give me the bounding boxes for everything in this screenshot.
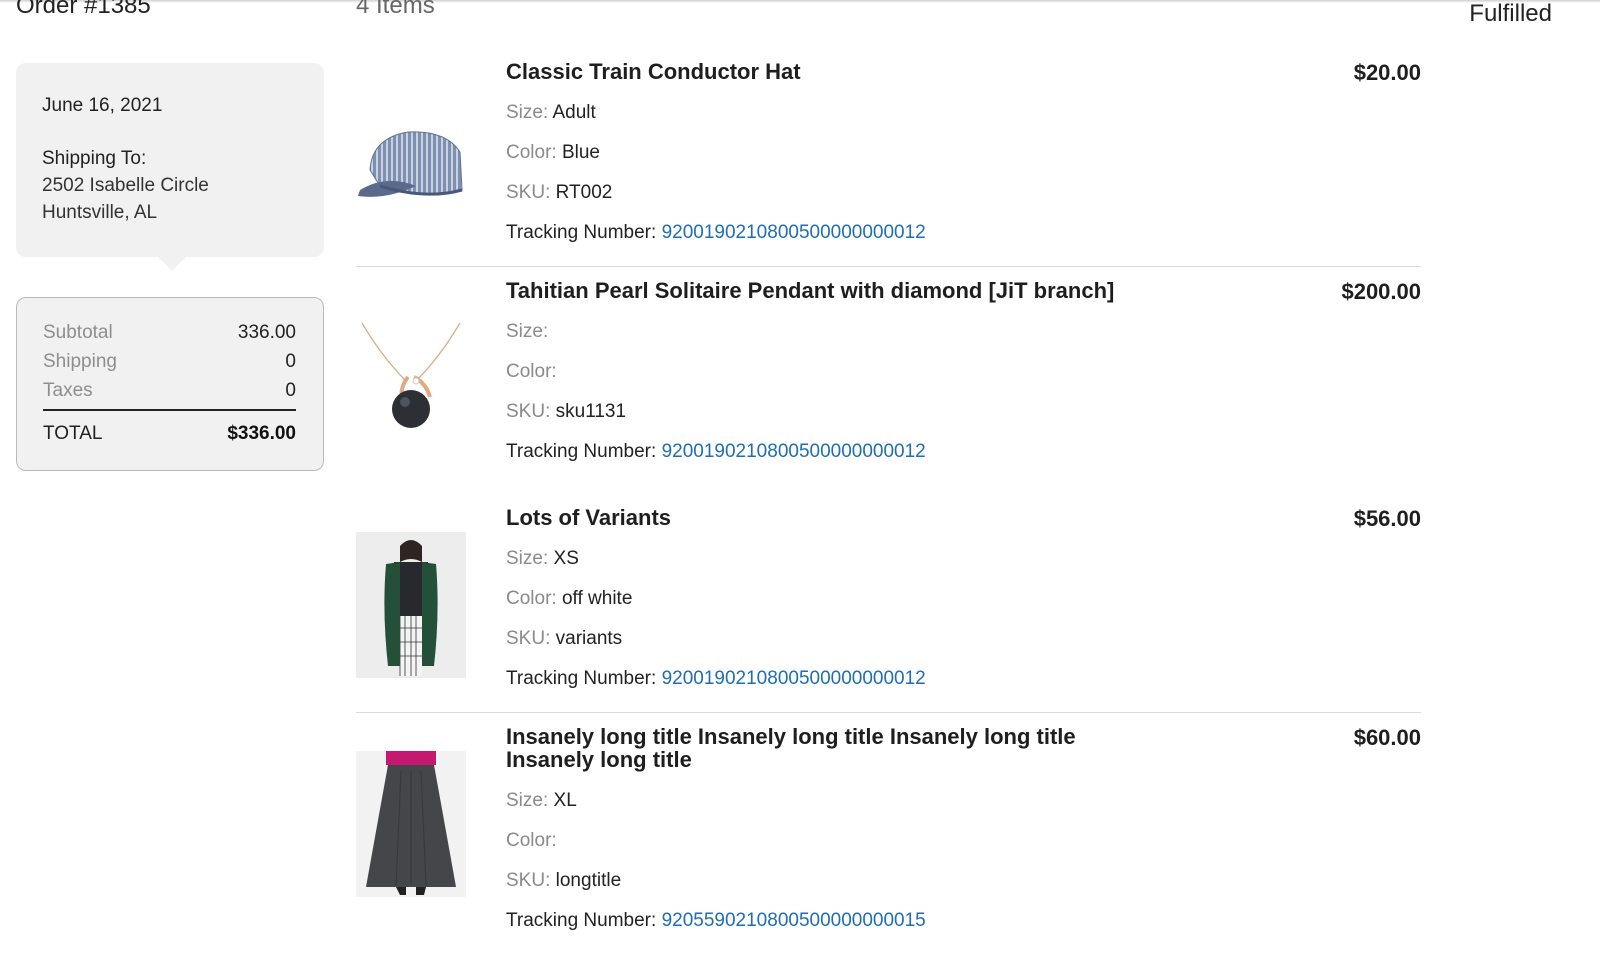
- item-divider: [356, 266, 1421, 267]
- taxes-value: 0: [285, 380, 296, 401]
- order-summary-card: June 16, 2021 Shipping To: 2502 Isabelle…: [16, 63, 324, 271]
- item-title: Lots of Variants: [506, 505, 672, 530]
- taxes-label: Taxes: [43, 380, 93, 401]
- line-item: Insanely long title Insanely long title …: [356, 725, 1421, 950]
- address-line-1: 2502 Isabelle Circle: [42, 175, 209, 196]
- tracking-link[interactable]: 9200190210800500000000012: [662, 222, 926, 243]
- item-tracking: Tracking Number: 92001902108005000000000…: [506, 668, 926, 689]
- totals-divider: [43, 409, 296, 411]
- item-color: Color: Blue: [506, 142, 600, 163]
- item-price: $60.00: [1353, 725, 1421, 750]
- item-color: Color:: [506, 361, 557, 382]
- item-size: Size:: [506, 321, 549, 342]
- total-row: TOTAL $336.00: [43, 419, 296, 449]
- item-title: Classic Train Conductor Hat: [506, 59, 801, 84]
- item-size: Size: Adult: [506, 102, 596, 123]
- shipping-value: 0: [285, 351, 296, 372]
- fulfillment-status: Fulfilled: [1469, 0, 1552, 27]
- line-item: Lots of Variants Size: XS Color: off whi…: [356, 506, 1421, 706]
- item-price: $56.00: [1353, 506, 1421, 531]
- model-green-cardigan-image: [356, 532, 466, 678]
- item-sku: SKU: longtitle: [506, 870, 622, 891]
- item-sku: SKU: RT002: [506, 182, 613, 203]
- subtotal-value: 336.00: [237, 322, 296, 343]
- address-line-2: Huntsville, AL: [42, 202, 158, 223]
- top-shadow: [0, 0, 1600, 3]
- tracking-link[interactable]: 9205590210800500000000015: [662, 910, 926, 931]
- totals-card: Subtotal 336.00 Shipping 0 Taxes 0 TOTAL…: [16, 297, 324, 471]
- model-long-skirt-image: [356, 751, 466, 897]
- tracking-link[interactable]: 9200190210800500000000012: [662, 668, 926, 689]
- item-tracking: Tracking Number: 92001902108005000000000…: [506, 222, 926, 243]
- shipping-row: Shipping 0: [43, 347, 296, 376]
- item-tracking: Tracking Number: 92001902108005000000000…: [506, 441, 926, 462]
- item-title: Tahitian Pearl Solitaire Pendant with di…: [506, 278, 1115, 303]
- striped-conductor-hat-image: [358, 131, 463, 197]
- item-size: Size: XS: [506, 548, 579, 569]
- item-divider: [356, 712, 1421, 713]
- line-item: Tahitian Pearl Solitaire Pendant with di…: [356, 279, 1421, 494]
- order-date: June 16, 2021: [42, 95, 163, 116]
- subtotal-row: Subtotal 336.00: [43, 318, 296, 347]
- item-count: 4 Items: [356, 0, 435, 19]
- line-item: Classic Train Conductor Hat Size: Adult …: [356, 60, 1421, 265]
- subtotal-label: Subtotal: [43, 322, 113, 343]
- tracking-link[interactable]: 9200190210800500000000012: [662, 441, 926, 462]
- order-number: Order #1385: [16, 0, 151, 19]
- item-price: $200.00: [1341, 279, 1421, 304]
- shipping-to-label: Shipping To:: [42, 148, 147, 169]
- total-value: $336.00: [227, 423, 296, 444]
- item-sku: SKU: sku1131: [506, 401, 627, 422]
- item-size: Size: XL: [506, 790, 577, 811]
- total-label: TOTAL: [43, 423, 103, 444]
- item-color: Color:: [506, 830, 557, 851]
- pearl-pendant-necklace-image: [361, 322, 461, 428]
- item-color: Color: off white: [506, 588, 633, 609]
- item-sku: SKU: variants: [506, 628, 623, 649]
- shipping-label: Shipping: [43, 351, 117, 372]
- item-title: Insanely long title Insanely long title …: [506, 724, 1076, 772]
- item-price: $20.00: [1353, 60, 1421, 85]
- taxes-row: Taxes 0: [43, 376, 296, 405]
- item-tracking: Tracking Number: 92055902108005000000000…: [506, 910, 926, 931]
